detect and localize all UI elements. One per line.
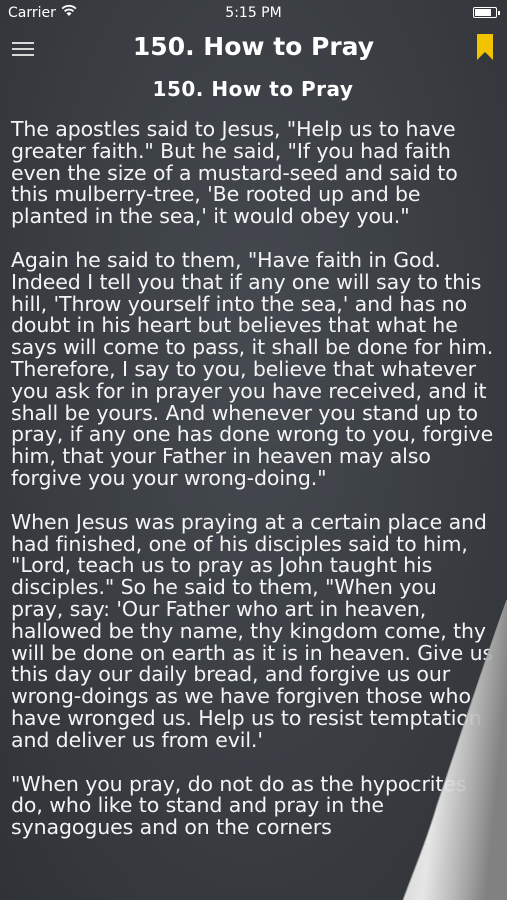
paragraph: "When you pray, do not do as the hypocri… (11, 771, 467, 840)
battery-fill (475, 9, 491, 16)
navigation-bar: 150. How to Pray (0, 30, 507, 70)
paragraph: When Jesus was praying at a certain plac… (11, 509, 494, 752)
chapter-heading: 150. How to Pray (152, 77, 354, 101)
status-bar: Carrier 5:15 PM (0, 0, 507, 30)
page-title: 150. How to Pray (132, 32, 375, 61)
chapter-content: 150. How to Pray The apostles said to Je… (11, 72, 495, 861)
paragraph: The apostles said to Jesus, "Help us to … (11, 117, 458, 229)
battery-icon (473, 7, 500, 18)
paragraph: Again he said to them, "Have faith in Go… (11, 247, 494, 490)
hamburger-menu-icon (12, 42, 34, 44)
bookmark-icon[interactable] (477, 34, 493, 60)
clock: 5:15 PM (225, 5, 282, 21)
menu-button[interactable] (12, 38, 34, 58)
